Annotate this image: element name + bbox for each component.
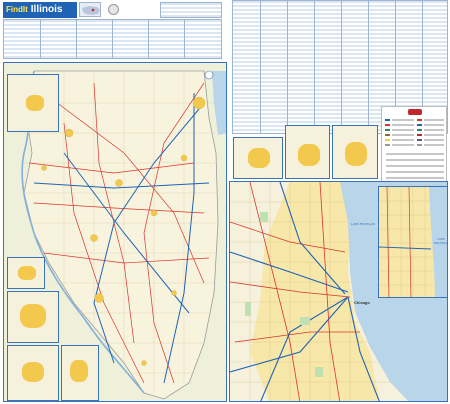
- downtown-lake-label: LAKE MICHIGAN: [434, 237, 448, 245]
- brand-label: FindIt: [6, 5, 28, 14]
- lake-michigan-label: LAKE MICHIGAN: [351, 222, 375, 226]
- map-legend: [381, 106, 447, 184]
- city-inset-east-st-louis: [61, 345, 99, 401]
- publisher-logo-icon: [408, 109, 422, 115]
- city-inset-rock-island: [7, 257, 45, 289]
- city-inset-bloomington: [332, 125, 378, 179]
- compass-rose-icon: [204, 70, 214, 80]
- chicago-downtown-inset: LAKE MICHIGAN: [378, 186, 448, 298]
- city-inset-quincy: [7, 74, 59, 132]
- us-locator-map-icon: [79, 2, 101, 17]
- city-index-top: [3, 19, 222, 59]
- city-inset-rockford: [233, 137, 283, 179]
- map-title: FindIt Illinois: [3, 2, 77, 18]
- city-inset-peoria: [7, 291, 59, 343]
- city-inset-springfield: [7, 345, 59, 401]
- city-inset-champaign: [285, 125, 330, 179]
- chicago-city-label: Chicago: [354, 300, 370, 305]
- county-index-table: [160, 2, 222, 18]
- state-title: Illinois: [30, 4, 63, 15]
- illinois-state-map[interactable]: [3, 62, 227, 402]
- state-seal-icon: [108, 4, 119, 15]
